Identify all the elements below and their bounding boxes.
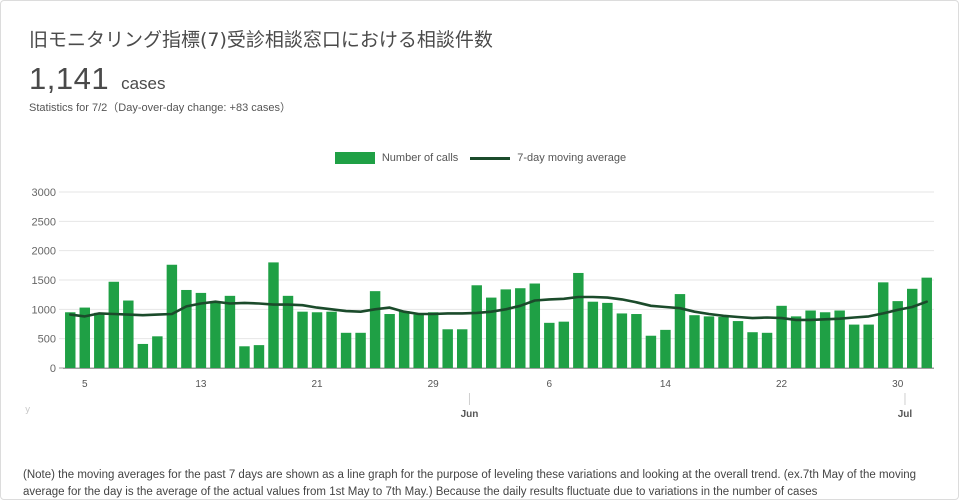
month-label: Jul [898,409,913,420]
bar [398,311,410,368]
bar [94,312,105,368]
bar [848,324,860,368]
x-tick-label: 29 [428,379,440,390]
bar [616,313,628,368]
bar [152,336,163,368]
bar [558,321,570,368]
x-tick-label: 21 [311,379,323,390]
bar [732,321,744,368]
faint-tick-label: y [25,405,31,415]
bar [471,285,482,368]
calls-chart: 0 500 1000 1500 2000 2500 3000 5 13 21 29 6 14 22 30 Ju… [32,187,934,420]
bar [486,297,497,368]
bar [660,329,671,368]
x-tick-label: 14 [660,379,672,390]
bar [529,283,541,368]
y-tick-label: 3000 [32,187,56,199]
bar [253,345,265,368]
bar [181,289,192,368]
bar [500,289,511,368]
bar [137,343,149,368]
bar [340,332,352,368]
bar [384,314,395,368]
bar [718,316,729,368]
bar [268,262,279,368]
x-tick-label: 6 [547,379,553,390]
x-tick-label: 30 [892,379,904,390]
chart-note: (Note) the moving averages for the past … [23,469,917,498]
y-tick-label: 0 [50,363,56,375]
bar [355,332,366,368]
bar [906,288,918,368]
bar [689,315,700,368]
bar [239,346,250,368]
bar [311,312,323,368]
bar [210,301,221,368]
bar [921,277,932,368]
y-tick-label: 1500 [32,275,56,287]
bar [790,316,802,368]
bar [674,294,686,368]
y-tick-label: 500 [38,334,56,346]
bar [515,288,526,368]
bar [703,316,715,368]
bar [645,335,657,368]
bar [747,332,758,368]
bar [297,311,308,368]
x-tick-label: 22 [776,379,788,390]
bar [776,305,787,368]
y-tick-label: 2000 [32,246,56,258]
bar [413,314,424,368]
bar [326,311,337,368]
bar [224,295,236,368]
bar [761,332,773,368]
bar [282,295,294,368]
bar [631,314,642,368]
x-tick-label: 13 [195,379,207,390]
bar [166,264,178,368]
bar [602,302,613,368]
bar [544,322,555,368]
bar [369,291,381,368]
bar [65,312,76,368]
bar [442,329,453,368]
bar [427,312,439,368]
y-tick-label: 2500 [32,216,56,228]
bar [123,300,134,368]
month-label: Jun [461,409,479,420]
bar [456,329,468,368]
bar [573,272,584,368]
bar [108,281,120,368]
bar [587,301,599,368]
bar [877,282,889,368]
chart-card: 旧モニタリング指標(7)受診相談窓口における相談件数 1,141 cases S… [0,0,959,500]
bar [863,324,874,368]
y-tick-label: 1000 [32,304,56,316]
x-tick-label: 5 [82,379,88,390]
